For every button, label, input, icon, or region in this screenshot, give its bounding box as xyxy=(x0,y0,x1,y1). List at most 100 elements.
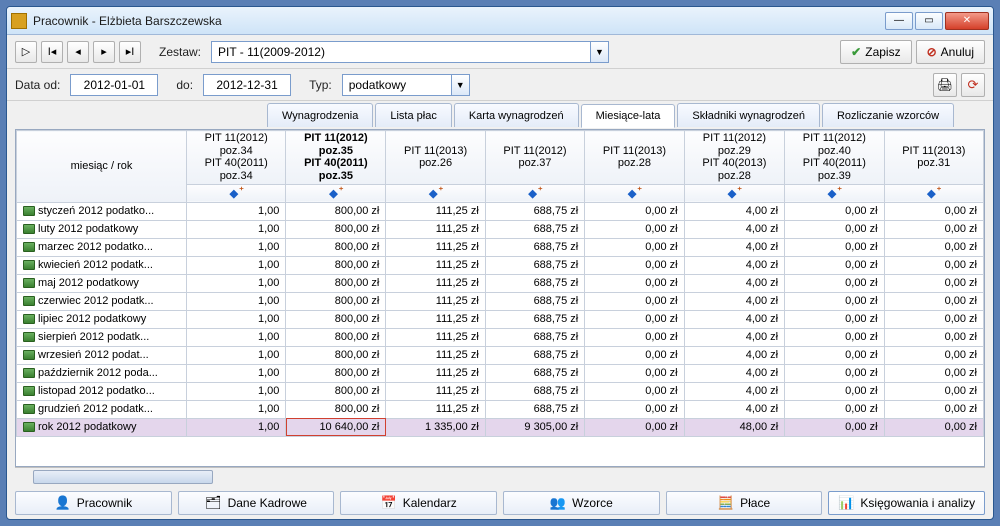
table-row[interactable]: listopad 2012 podatko...1,00800,00 zł111… xyxy=(17,382,984,400)
data-cell[interactable]: 0,00 zł xyxy=(585,220,684,238)
row-label-cell[interactable]: styczeń 2012 podatko... xyxy=(17,202,187,220)
column-header[interactable]: PIT 11(2012)poz.40PIT 40(2011)poz.39 xyxy=(785,131,884,185)
data-cell[interactable]: 688,75 zł xyxy=(485,382,584,400)
tab-karta-wynagrodze-[interactable]: Karta wynagrodzeń xyxy=(454,103,579,127)
data-cell[interactable]: 0,00 zł xyxy=(785,400,884,418)
data-cell[interactable]: 0,00 zł xyxy=(884,328,983,346)
type-combo[interactable] xyxy=(342,74,452,96)
close-button[interactable]: ✕ xyxy=(945,12,989,30)
data-cell[interactable]: 4,00 zł xyxy=(684,400,785,418)
column-header[interactable]: PIT 11(2013)poz.28 xyxy=(585,131,684,185)
table-row[interactable]: październik 2012 poda...1,00800,00 zł111… xyxy=(17,364,984,382)
data-cell[interactable]: 0,00 zł xyxy=(785,346,884,364)
data-cell[interactable]: 800,00 zł xyxy=(286,310,386,328)
data-cell[interactable]: 0,00 zł xyxy=(785,310,884,328)
data-cell[interactable]: 688,75 zł xyxy=(485,274,584,292)
data-cell[interactable]: 1,00 xyxy=(187,328,286,346)
data-cell[interactable]: 800,00 zł xyxy=(286,382,386,400)
data-cell[interactable]: 0,00 zł xyxy=(585,418,684,436)
horizontal-scrollbar[interactable] xyxy=(15,467,985,485)
data-cell[interactable]: 1,00 xyxy=(187,400,286,418)
row-label-cell[interactable]: grudzień 2012 podatk... xyxy=(17,400,187,418)
tab-miesi-ce-lata[interactable]: Miesiące-lata xyxy=(581,104,676,128)
data-cell[interactable]: 0,00 zł xyxy=(785,418,884,436)
bottom-tab-p-ace[interactable]: 🧮Płace xyxy=(666,491,823,515)
data-cell[interactable]: 800,00 zł xyxy=(286,220,386,238)
table-row[interactable]: sierpień 2012 podatk...1,00800,00 zł111,… xyxy=(17,328,984,346)
bottom-tab-wzorce[interactable]: 👥Wzorce xyxy=(503,491,660,515)
data-cell[interactable]: 0,00 zł xyxy=(884,202,983,220)
column-header[interactable]: PIT 11(2012)poz.35PIT 40(2011)poz.35 xyxy=(286,131,386,185)
data-cell[interactable]: 0,00 zł xyxy=(585,346,684,364)
data-cell[interactable]: 688,75 zł xyxy=(485,292,584,310)
data-cell[interactable]: 4,00 zł xyxy=(684,364,785,382)
data-cell[interactable]: 1,00 xyxy=(187,274,286,292)
data-cell[interactable]: 1,00 xyxy=(187,382,286,400)
data-cell[interactable]: 0,00 zł xyxy=(585,274,684,292)
data-cell[interactable]: 800,00 zł xyxy=(286,292,386,310)
save-button[interactable]: Zapisz xyxy=(840,40,911,64)
titlebar[interactable]: Pracownik - Elżbieta Barszczewska — ▭ ✕ xyxy=(7,7,993,35)
row-label-cell[interactable]: lipiec 2012 podatkowy xyxy=(17,310,187,328)
bottom-tab-pracownik[interactable]: 👤Pracownik xyxy=(15,491,172,515)
zestaw-combo[interactable] xyxy=(211,41,591,63)
table-row[interactable]: wrzesień 2012 podat...1,00800,00 zł111,2… xyxy=(17,346,984,364)
column-action-icon[interactable]: ◆ xyxy=(785,184,884,202)
column-header[interactable]: PIT 11(2013)poz.31 xyxy=(884,131,983,185)
data-cell[interactable]: 800,00 zł xyxy=(286,364,386,382)
bottom-tab-dane-kadrowe[interactable]: 🗂Dane Kadrowe xyxy=(178,491,335,515)
data-cell[interactable]: 800,00 zł xyxy=(286,400,386,418)
data-cell[interactable]: 0,00 zł xyxy=(884,220,983,238)
table-row[interactable]: kwiecień 2012 podatk...1,00800,00 zł111,… xyxy=(17,256,984,274)
print-button[interactable]: 🖨 xyxy=(933,73,957,97)
data-cell[interactable]: 0,00 zł xyxy=(585,310,684,328)
table-row[interactable]: luty 2012 podatkowy1,00800,00 zł111,25 z… xyxy=(17,220,984,238)
data-cell[interactable]: 688,75 zł xyxy=(485,364,584,382)
data-cell[interactable]: 4,00 zł xyxy=(684,346,785,364)
date-to-input[interactable] xyxy=(203,74,291,96)
data-cell[interactable]: 4,00 zł xyxy=(684,220,785,238)
data-cell[interactable]: 0,00 zł xyxy=(884,274,983,292)
refresh-button[interactable]: ⟳ xyxy=(961,73,985,97)
maximize-button[interactable]: ▭ xyxy=(915,12,943,30)
type-dropdown-icon[interactable]: ▼ xyxy=(452,74,470,96)
data-cell[interactable]: 1,00 xyxy=(187,418,286,436)
tab-rozliczanie-wzorc-w[interactable]: Rozliczanie wzorców xyxy=(822,103,954,127)
row-label-cell[interactable]: maj 2012 podatkowy xyxy=(17,274,187,292)
data-cell[interactable]: 688,75 zł xyxy=(485,346,584,364)
data-cell[interactable]: 0,00 zł xyxy=(585,256,684,274)
data-cell[interactable]: 0,00 zł xyxy=(585,292,684,310)
data-cell[interactable]: 1,00 xyxy=(187,364,286,382)
data-cell[interactable]: 800,00 zł xyxy=(286,346,386,364)
data-cell[interactable]: 4,00 zł xyxy=(684,328,785,346)
zestaw-dropdown-icon[interactable]: ▼ xyxy=(591,41,609,63)
data-cell[interactable]: 1,00 xyxy=(187,238,286,256)
summary-row[interactable]: rok 2012 podatkowy1,0010 640,00 zł1 335,… xyxy=(17,418,984,436)
data-cell[interactable]: 0,00 zł xyxy=(785,364,884,382)
column-header[interactable]: PIT 11(2012)poz.37 xyxy=(485,131,584,185)
data-cell[interactable]: 4,00 zł xyxy=(684,382,785,400)
data-cell[interactable]: 0,00 zł xyxy=(884,292,983,310)
column-action-icon[interactable]: ◆ xyxy=(585,184,684,202)
data-cell[interactable]: 4,00 zł xyxy=(684,238,785,256)
table-row[interactable]: styczeń 2012 podatko...1,00800,00 zł111,… xyxy=(17,202,984,220)
data-cell[interactable]: 111,25 zł xyxy=(386,274,485,292)
data-cell[interactable]: 0,00 zł xyxy=(585,202,684,220)
data-cell[interactable]: 1,00 xyxy=(187,310,286,328)
data-cell[interactable]: 111,25 zł xyxy=(386,310,485,328)
data-cell[interactable]: 1 335,00 zł xyxy=(386,418,485,436)
data-cell[interactable]: 48,00 zł xyxy=(684,418,785,436)
data-cell[interactable]: 688,75 zł xyxy=(485,328,584,346)
table-row[interactable]: czerwiec 2012 podatk...1,00800,00 zł111,… xyxy=(17,292,984,310)
data-cell[interactable]: 688,75 zł xyxy=(485,220,584,238)
data-cell[interactable]: 688,75 zł xyxy=(485,310,584,328)
table-row[interactable]: maj 2012 podatkowy1,00800,00 zł111,25 zł… xyxy=(17,274,984,292)
data-cell[interactable]: 4,00 zł xyxy=(684,292,785,310)
data-cell[interactable]: 0,00 zł xyxy=(884,364,983,382)
data-cell[interactable]: 4,00 zł xyxy=(684,310,785,328)
data-cell[interactable]: 0,00 zł xyxy=(785,238,884,256)
column-header[interactable]: PIT 11(2012)poz.29PIT 40(2013)poz.28 xyxy=(684,131,785,185)
column-action-icon[interactable]: ◆ xyxy=(187,184,286,202)
data-cell[interactable]: 0,00 zł xyxy=(585,382,684,400)
data-cell[interactable]: 0,00 zł xyxy=(785,274,884,292)
